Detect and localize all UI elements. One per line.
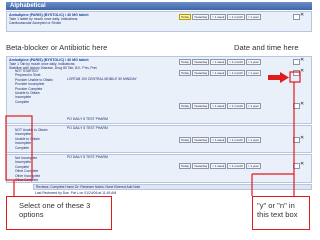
- callout-right: "y" or "n" in this text box: [252, 196, 310, 230]
- callout-left-text: Select one of these 3 options: [19, 201, 91, 220]
- yn-highlight-box: [289, 71, 301, 83]
- arrow-right-icon: [280, 72, 289, 83]
- options-highlight-box: [5, 115, 33, 181]
- callout-left: Select one of these 3 options: [6, 196, 112, 230]
- arrow-shaft: [268, 75, 280, 80]
- callout-right-text: "y" or "n" in this text box: [257, 201, 298, 220]
